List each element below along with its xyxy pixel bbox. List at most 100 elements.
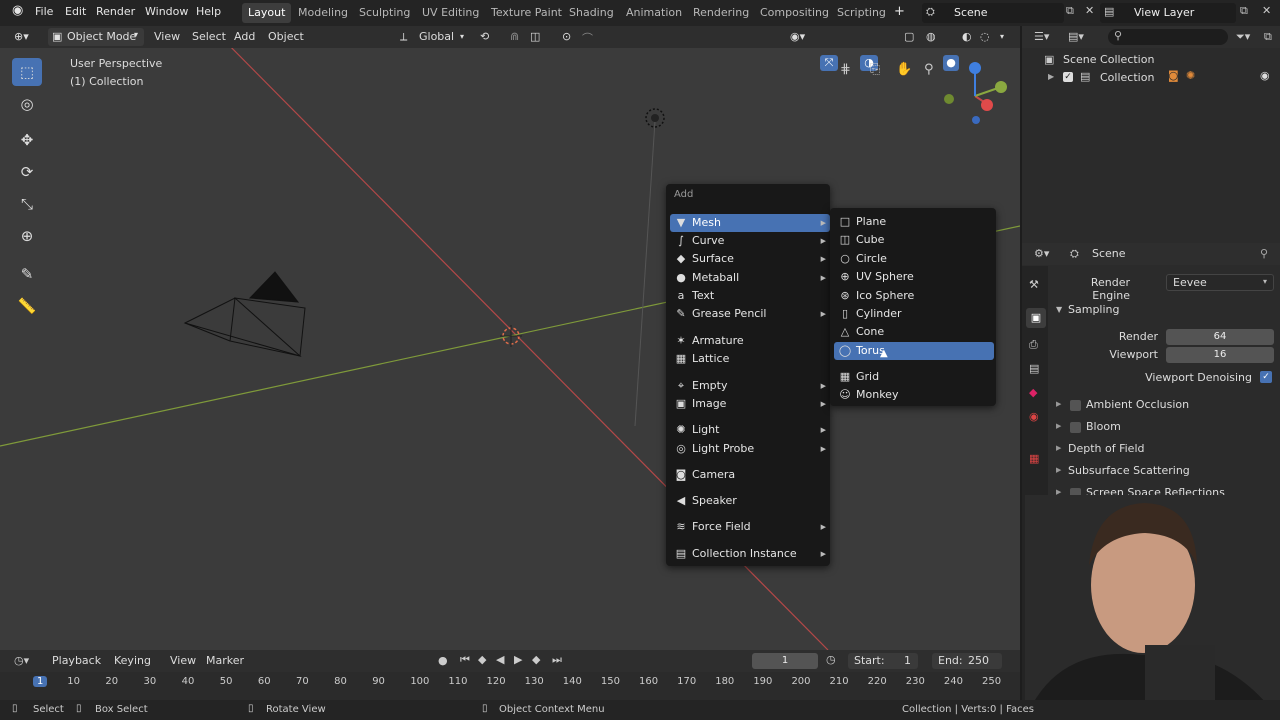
current-frame-field[interactable]: 1 bbox=[752, 653, 818, 669]
add-menu-item-camera[interactable]: ◙ Camera bbox=[670, 466, 830, 484]
workspace-tab-scripting[interactable]: Scripting bbox=[831, 3, 892, 23]
orientation-icon[interactable]: ⟂ bbox=[400, 30, 407, 44]
mesh-menu-item-torus[interactable]: ◯ Torus bbox=[834, 342, 994, 360]
falloff-icon[interactable]: ⌒ bbox=[582, 30, 593, 46]
delete-view-layer-icon[interactable]: ✕ bbox=[1262, 4, 1271, 17]
properties-editor-icon[interactable]: ⚙▾ bbox=[1034, 247, 1049, 260]
sampling-expand-icon[interactable]: ▼ bbox=[1056, 305, 1062, 314]
panel-enable-checkbox[interactable] bbox=[1070, 400, 1081, 411]
display-mode-icon[interactable]: ▤▾ bbox=[1068, 30, 1084, 43]
snap-icon[interactable]: ⋒ bbox=[510, 30, 519, 43]
play-icon[interactable]: ▶ bbox=[514, 653, 522, 666]
proportional-edit-icon[interactable]: ⊙ bbox=[562, 30, 571, 43]
editor-type-icon[interactable]: ⊕▾ bbox=[14, 30, 29, 43]
panel-enable-checkbox[interactable] bbox=[1070, 422, 1081, 433]
mesh-menu-item-plane[interactable]: □ Plane bbox=[834, 213, 994, 231]
menu-help[interactable]: Help bbox=[196, 5, 221, 18]
collection-checkbox[interactable]: ✓ bbox=[1063, 72, 1073, 82]
viewport-denoising-checkbox[interactable]: ✓ bbox=[1260, 371, 1272, 383]
blender-logo-icon[interactable]: ◉ bbox=[12, 3, 23, 18]
add-menu[interactable]: Add bbox=[234, 30, 255, 43]
panel-expand-icon[interactable]: ▶ bbox=[1056, 400, 1061, 408]
timeline-view-menu[interactable]: View bbox=[170, 654, 196, 667]
measure-tool-icon[interactable]: 📏 bbox=[12, 292, 42, 320]
new-collection-icon[interactable]: ⧉ bbox=[1264, 30, 1272, 44]
keying-menu[interactable]: Keying bbox=[114, 654, 151, 667]
outliner-search-input[interactable]: ⚲ bbox=[1108, 29, 1228, 45]
mesh-menu-item-cube[interactable]: ◫ Cube bbox=[834, 231, 994, 249]
workspace-tab-compositing[interactable]: Compositing bbox=[754, 3, 835, 23]
rendered-shading-icon[interactable]: ◌ bbox=[980, 30, 990, 43]
panel-header[interactable]: Ambient Occlusion bbox=[1086, 398, 1189, 411]
outliner-editor-icon[interactable]: ☰▾ bbox=[1034, 30, 1049, 43]
select-menu[interactable]: Select bbox=[192, 30, 226, 43]
panel-header[interactable]: Depth of Field bbox=[1068, 442, 1145, 455]
render-engine-dropdown[interactable]: Eevee ▾ bbox=[1166, 274, 1274, 291]
new-view-layer-icon[interactable]: ⧉ bbox=[1240, 4, 1248, 18]
annotate-tool-icon[interactable]: ✎ bbox=[12, 260, 42, 288]
snap-target-icon[interactable]: ◫ bbox=[530, 30, 540, 43]
texture-tab-icon[interactable]: ▦ bbox=[1029, 452, 1039, 465]
pivot-icon[interactable]: ⟲ bbox=[480, 30, 489, 43]
pin-icon[interactable]: ⚲ bbox=[1260, 247, 1268, 260]
workspace-tab-layout[interactable]: Layout bbox=[242, 3, 292, 23]
mesh-menu-item-uv-sphere[interactable]: ⊕ UV Sphere bbox=[834, 268, 994, 286]
menu-edit[interactable]: Edit bbox=[65, 5, 86, 18]
add-menu-item-curve[interactable]: ∫ Curve ▶ bbox=[670, 232, 830, 250]
collection-label[interactable]: Collection bbox=[1100, 71, 1154, 84]
wireframe-shading-icon[interactable]: ◍ bbox=[926, 30, 936, 43]
world-tab-icon[interactable]: ◉ bbox=[1029, 410, 1039, 423]
add-menu-item-collection-instance[interactable]: ▤ Collection Instance ▶ bbox=[670, 545, 830, 563]
tool-tab-icon[interactable]: ⚒ bbox=[1029, 278, 1039, 291]
scene-collection-label[interactable]: Scene Collection bbox=[1063, 53, 1154, 66]
xray-icon[interactable]: ▢ bbox=[904, 30, 914, 43]
add-menu-item-surface[interactable]: ◆ Surface ▶ bbox=[670, 250, 830, 268]
output-tab-icon[interactable]: ⎙ bbox=[1029, 338, 1038, 352]
timeline-ruler[interactable]: 1 10 20 30 40 50 60 70 80 90 100 110 120 130 140 150 160… bbox=[0, 676, 1020, 692]
add-menu-item-text[interactable]: a Text bbox=[670, 287, 830, 305]
panel-expand-icon[interactable]: ▶ bbox=[1056, 466, 1061, 474]
mesh-menu-item-circle[interactable]: ○ Circle bbox=[834, 250, 994, 268]
menu-file[interactable]: File bbox=[35, 5, 53, 18]
light-data-icon[interactable]: ✺ bbox=[1186, 69, 1195, 82]
add-menu-item-lattice[interactable]: ▦ Lattice bbox=[670, 350, 830, 368]
pan-hand-icon[interactable]: ✋ bbox=[896, 62, 912, 77]
panel-expand-icon[interactable]: ▶ bbox=[1056, 444, 1061, 452]
viewport-samples-field[interactable]: 16 bbox=[1166, 347, 1274, 363]
mesh-menu-item-monkey[interactable]: ☺ Monkey bbox=[834, 386, 994, 404]
delete-scene-icon[interactable]: ✕ bbox=[1085, 4, 1094, 17]
scene-selector[interactable]: ⛭ Scene bbox=[922, 3, 1064, 23]
add-workspace-icon[interactable]: + bbox=[894, 4, 905, 19]
jump-start-icon[interactable]: ⏮ bbox=[460, 653, 470, 667]
clock-icon[interactable]: ◷ bbox=[826, 653, 836, 666]
view-menu[interactable]: View bbox=[154, 30, 180, 43]
timeline-editor-icon[interactable]: ◷▾ bbox=[14, 654, 29, 667]
axis-gizmo[interactable] bbox=[940, 60, 1010, 128]
add-menu-item-light-probe[interactable]: ◎ Light Probe ▶ bbox=[670, 440, 830, 458]
workspace-tab-sculpting[interactable]: Sculpting bbox=[353, 3, 416, 23]
render-tab-icon[interactable]: ▣ bbox=[1026, 308, 1046, 328]
end-frame-field[interactable]: End: 250 bbox=[932, 653, 1002, 669]
panel-header[interactable]: Bloom bbox=[1086, 420, 1121, 433]
rotate-tool-icon[interactable]: ⟳ bbox=[12, 158, 42, 186]
scene-tab-icon[interactable]: ◆ bbox=[1029, 386, 1037, 399]
cursor-tool-icon[interactable]: ◎ bbox=[12, 90, 42, 118]
scale-tool-icon[interactable]: ⤡ bbox=[12, 190, 42, 218]
zoom-icon[interactable]: ⚲ bbox=[924, 62, 934, 77]
next-keyframe-icon[interactable]: ◆ bbox=[532, 653, 540, 666]
add-menu-item-image[interactable]: ▣ Image ▶ bbox=[670, 395, 830, 413]
record-icon[interactable]: ● bbox=[438, 654, 448, 667]
workspace-tab-uv-editing[interactable]: UV Editing bbox=[416, 3, 485, 23]
filter-icon[interactable]: ⏷▾ bbox=[1236, 30, 1250, 44]
add-menu-item-light[interactable]: ✺ Light ▶ bbox=[670, 421, 830, 439]
workspace-tab-texture-paint[interactable]: Texture Paint bbox=[485, 3, 568, 23]
eye-icon[interactable]: ◉ bbox=[1260, 69, 1270, 82]
new-scene-icon[interactable]: ⧉ bbox=[1066, 4, 1074, 18]
expand-arrow-icon[interactable]: ▶ bbox=[1048, 72, 1054, 81]
workspace-tab-modeling[interactable]: Modeling bbox=[292, 3, 354, 23]
prev-keyframe-icon[interactable]: ◆ bbox=[478, 653, 486, 666]
view-layer-selector[interactable]: ▤ View Layer bbox=[1100, 3, 1236, 23]
add-menu-item-grease-pencil[interactable]: ✎ Grease Pencil ▶ bbox=[670, 305, 830, 323]
transform-tool-icon[interactable]: ⊕ bbox=[12, 222, 42, 250]
camera-view-icon[interactable]: ⎘ bbox=[870, 62, 880, 77]
